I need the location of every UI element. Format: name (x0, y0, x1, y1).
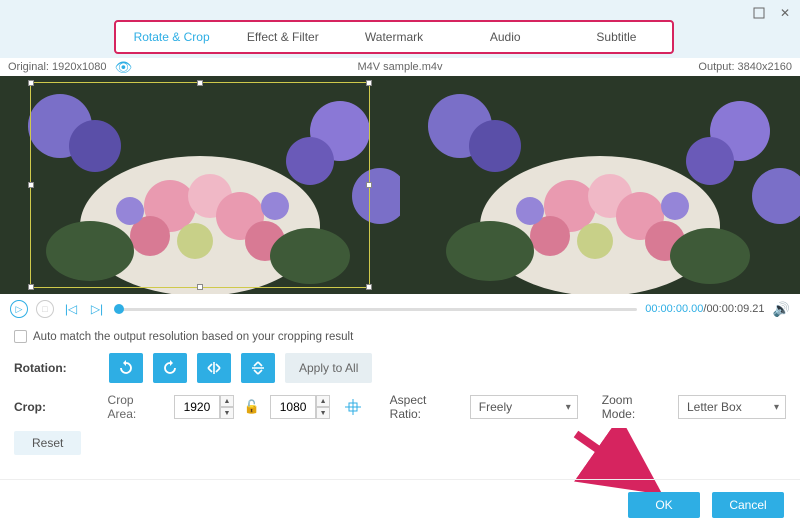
output-resolution-label: Output: 3840x2160 (698, 61, 792, 73)
original-preview[interactable] (0, 76, 400, 294)
flip-vertical-button[interactable] (241, 353, 275, 383)
rotate-left-button[interactable] (109, 353, 143, 383)
titlebar: ✕ Rotate & Crop Effect & Filter Watermar… (0, 0, 800, 58)
flower-image-right (400, 76, 800, 294)
next-frame-button[interactable]: ▷| (88, 300, 106, 318)
current-time: 00:00:00.00 (645, 303, 703, 315)
stepper-down-icon[interactable]: ▼ (316, 407, 330, 419)
subheader: Original: 1920x1080 👁 M4V sample.m4v Out… (0, 58, 800, 76)
crop-box[interactable] (30, 82, 370, 288)
minimize-button[interactable] (752, 6, 766, 20)
seek-handle[interactable] (114, 304, 124, 314)
close-button[interactable]: ✕ (778, 6, 792, 20)
editor-tabs-highlight: Rotate & Crop Effect & Filter Watermark … (114, 20, 674, 54)
seek-bar[interactable] (114, 308, 637, 311)
stepper-up-icon[interactable]: ▲ (220, 395, 234, 407)
zoom-mode-select[interactable]: Letter Box (678, 395, 786, 419)
options-panel: Auto match the output resolution based o… (0, 324, 800, 455)
crop-handle[interactable] (28, 284, 34, 290)
rotate-right-button[interactable] (153, 353, 187, 383)
crop-handle[interactable] (366, 182, 372, 188)
footer-buttons: OK Cancel (628, 492, 784, 518)
apply-to-all-button[interactable]: Apply to All (285, 353, 372, 383)
crop-label: Crop: (14, 400, 98, 414)
zoom-mode-label: Zoom Mode: (602, 393, 668, 421)
eye-icon[interactable]: 👁 (114, 59, 132, 76)
crop-width-field[interactable] (174, 395, 220, 419)
crop-handle[interactable] (28, 182, 34, 188)
output-preview (400, 76, 800, 294)
auto-match-label: Auto match the output resolution based o… (33, 331, 353, 343)
crop-handle[interactable] (28, 80, 34, 86)
crop-handle[interactable] (366, 284, 372, 290)
aspect-ratio-select[interactable]: Freely (470, 395, 578, 419)
crop-area-label: Crop Area: (108, 393, 164, 421)
crop-handle[interactable] (197, 80, 203, 86)
crop-handle[interactable] (197, 284, 203, 290)
tab-subtitle[interactable]: Subtitle (561, 30, 672, 44)
divider (0, 479, 800, 480)
stop-button[interactable]: □ (36, 300, 54, 318)
ok-button[interactable]: OK (628, 492, 700, 518)
playback-controls: ▷ □ |◁ ▷| 00:00:00.00/00:00:09.21 🔊 (0, 294, 800, 324)
tab-rotate-crop[interactable]: Rotate & Crop (116, 30, 227, 44)
rotation-label: Rotation: (14, 361, 99, 375)
time-display: 00:00:00.00/00:00:09.21 (645, 303, 764, 315)
play-button[interactable]: ▷ (10, 300, 28, 318)
tab-audio[interactable]: Audio (450, 30, 561, 44)
cancel-button[interactable]: Cancel (712, 492, 784, 518)
volume-icon[interactable]: 🔊 (773, 301, 790, 318)
crop-height-input[interactable]: ▲▼ (270, 395, 330, 419)
aspect-ratio-label: Aspect Ratio: (390, 393, 460, 421)
stepper-down-icon[interactable]: ▼ (220, 407, 234, 419)
center-crop-icon[interactable] (340, 394, 366, 420)
filename-label: M4V sample.m4v (358, 61, 443, 73)
lock-aspect-icon[interactable]: 🔓 (244, 399, 260, 415)
crop-handle[interactable] (366, 80, 372, 86)
auto-match-checkbox[interactable] (14, 330, 27, 343)
tab-watermark[interactable]: Watermark (338, 30, 449, 44)
flip-horizontal-button[interactable] (197, 353, 231, 383)
reset-button[interactable]: Reset (14, 431, 81, 455)
original-resolution-label: Original: 1920x1080 (8, 61, 106, 73)
tab-effect-filter[interactable]: Effect & Filter (227, 30, 338, 44)
preview-area (0, 76, 800, 294)
prev-frame-button[interactable]: |◁ (62, 300, 80, 318)
crop-height-field[interactable] (270, 395, 316, 419)
crop-width-input[interactable]: ▲▼ (174, 395, 234, 419)
total-time: 00:00:09.21 (706, 303, 764, 315)
stepper-up-icon[interactable]: ▲ (316, 395, 330, 407)
